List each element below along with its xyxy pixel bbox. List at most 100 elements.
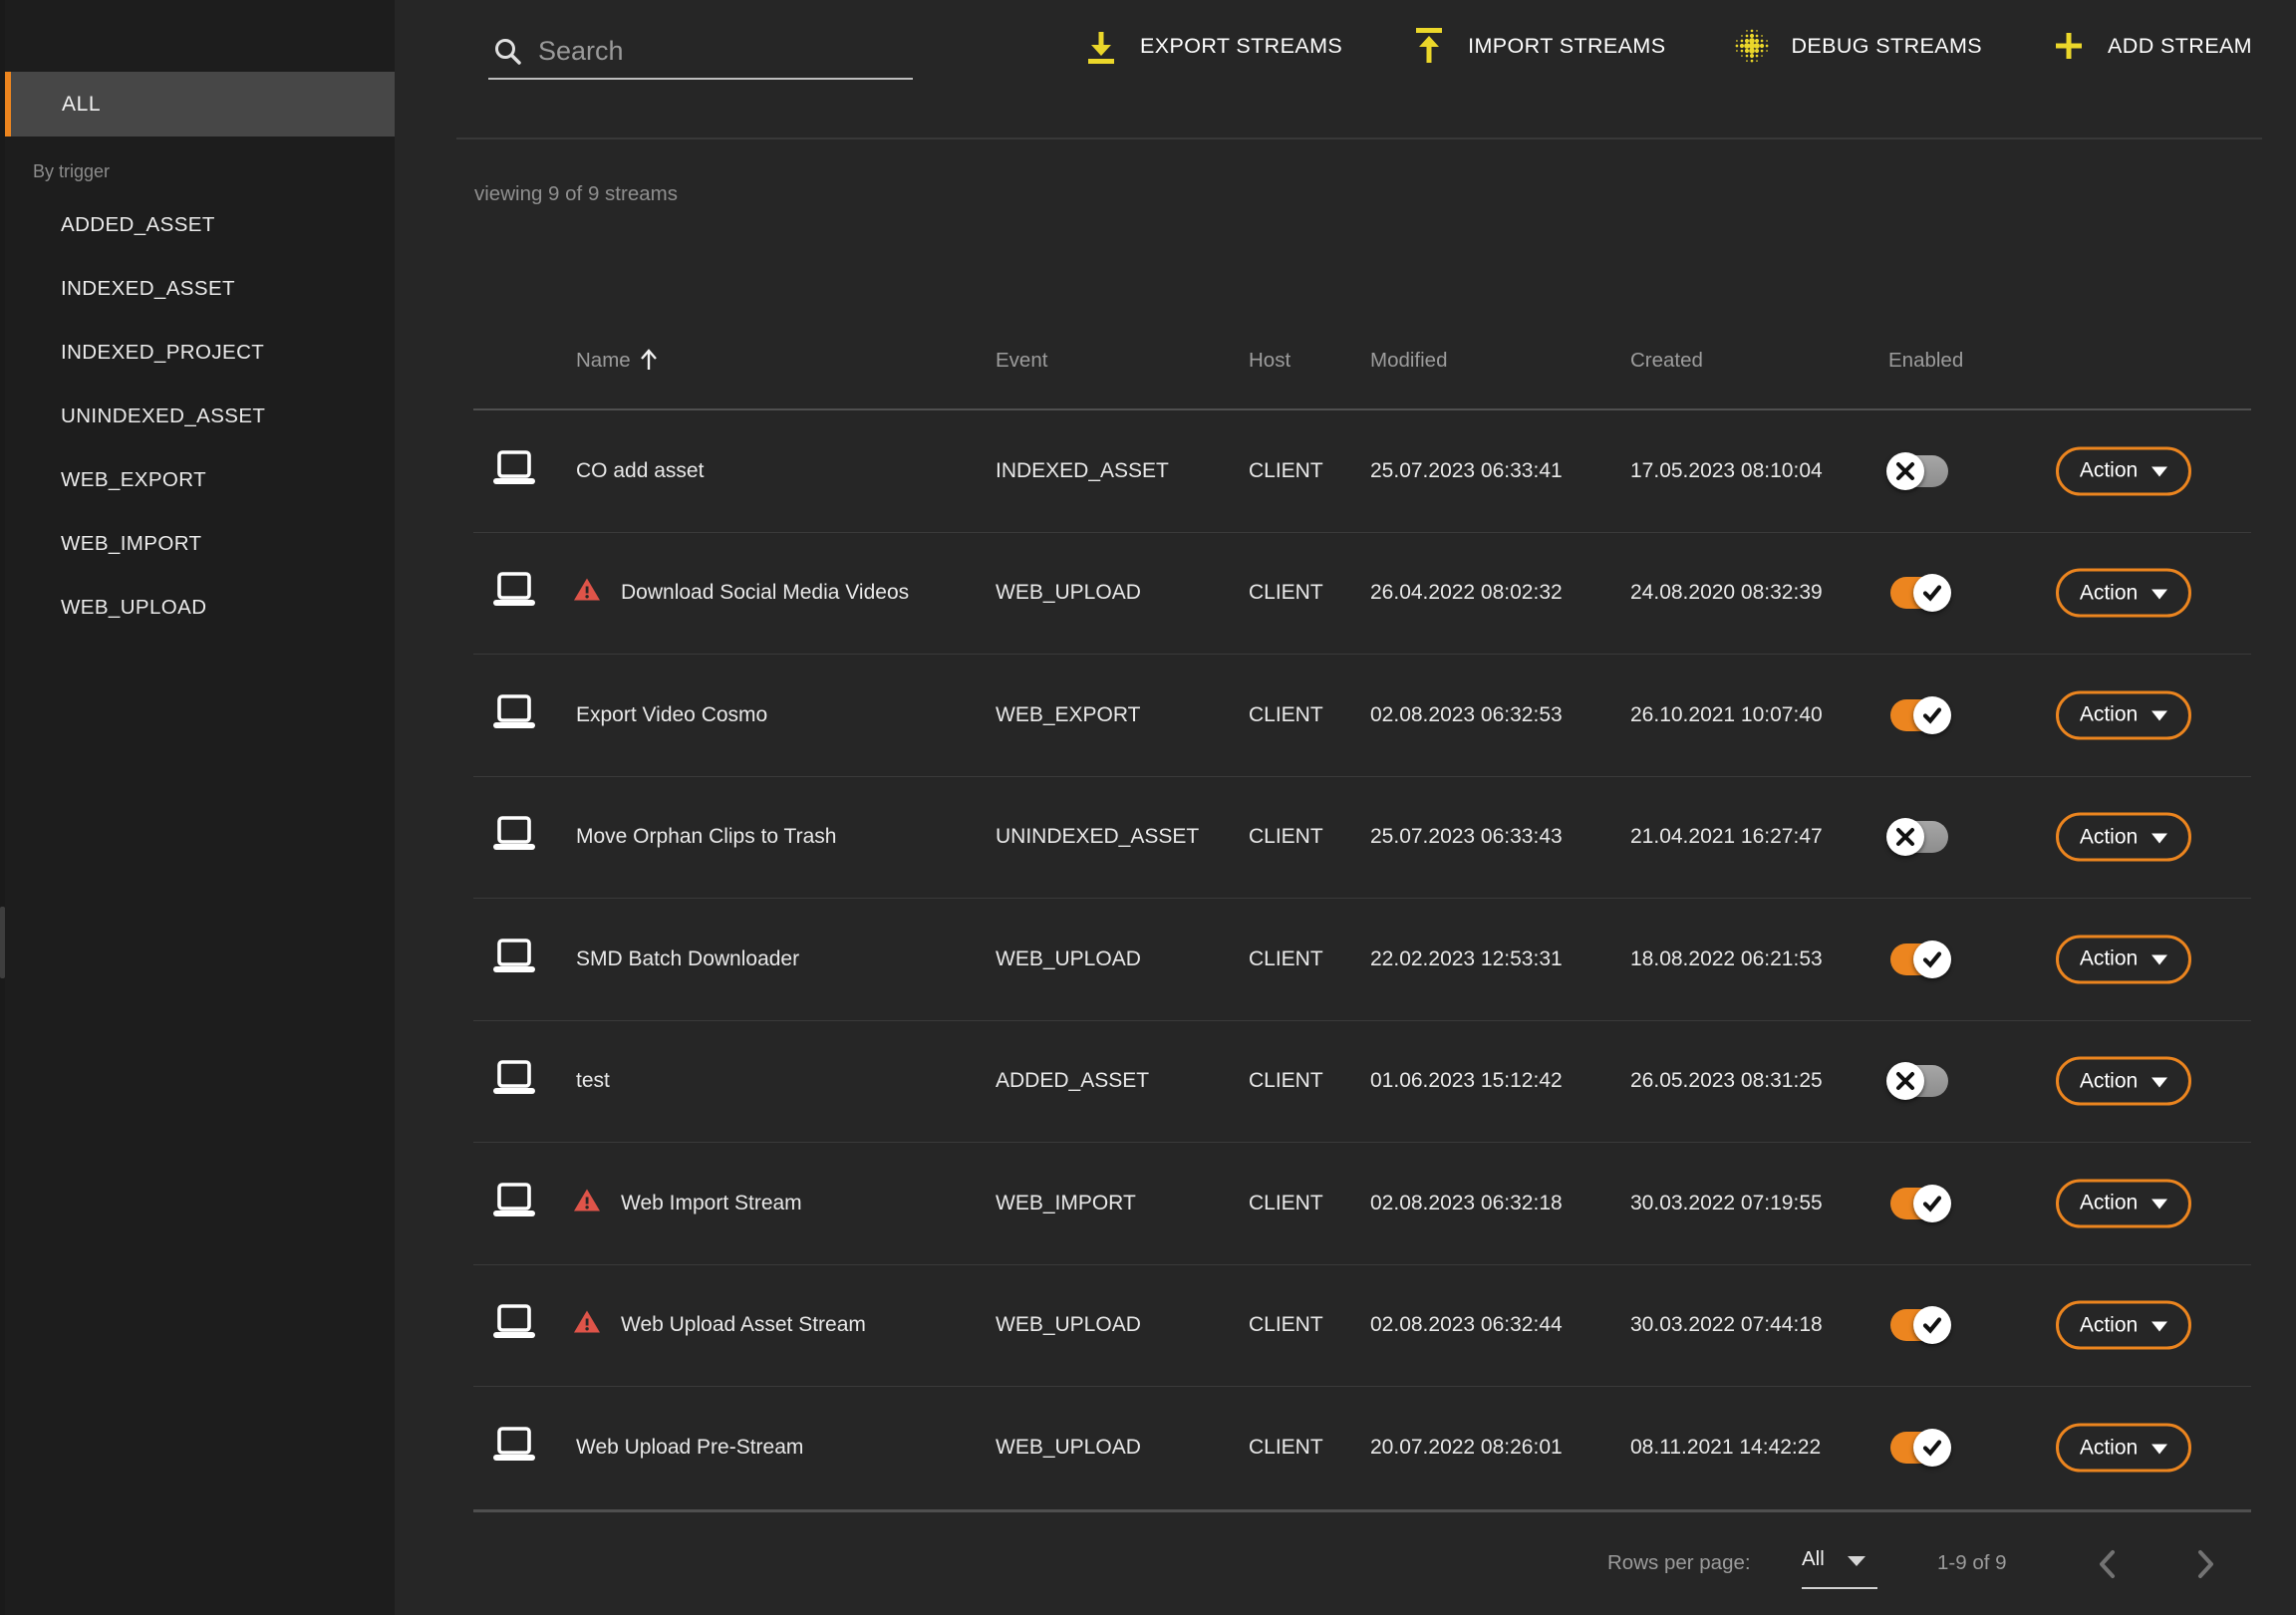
stream-name: SMD Batch Downloader <box>576 947 799 971</box>
sidebar-item-web_upload[interactable]: WEB_UPLOAD <box>0 576 395 640</box>
table-row: Web Import StreamWEB_IMPORTCLIENT02.08.2… <box>473 1143 2251 1265</box>
enabled-toggle[interactable] <box>1890 455 1948 487</box>
stream-event: INDEXED_ASSET <box>996 459 1169 483</box>
table-row: Web Upload Asset StreamWEB_UPLOADCLIENT0… <box>473 1265 2251 1388</box>
rows-per-page-value: All <box>1802 1547 1825 1571</box>
stream-host: CLIENT <box>1249 947 1323 971</box>
action-button[interactable]: Action <box>2056 1424 2191 1473</box>
toggle-on[interactable] <box>1890 1432 1948 1464</box>
warning-icon <box>573 1188 601 1218</box>
enabled-toggle[interactable] <box>1890 1188 1948 1219</box>
toggle-on[interactable] <box>1890 699 1948 731</box>
rows-per-page-select[interactable]: All <box>1802 1547 1877 1571</box>
laptop-icon <box>491 1427 537 1463</box>
laptop-icon <box>491 1183 537 1218</box>
action-cell: Action <box>2056 935 2191 983</box>
column-header-modified[interactable]: Modified <box>1370 349 1448 373</box>
column-header-event[interactable]: Event <box>996 349 1047 373</box>
sidebar-item-label: WEB_EXPORT <box>61 468 206 492</box>
select-caret-icon <box>1848 1556 1866 1566</box>
window-edge-scrollbar[interactable] <box>0 0 5 1615</box>
stream-created: 08.11.2021 14:42:22 <box>1630 1436 1821 1460</box>
enabled-toggle[interactable] <box>1890 943 1948 975</box>
laptop-icon <box>491 816 537 858</box>
check-icon <box>1920 947 1944 971</box>
column-header-host[interactable]: Host <box>1249 349 1291 373</box>
action-button[interactable]: Action <box>2056 935 2191 983</box>
toolbar-button-label: IMPORT STREAMS <box>1468 34 1665 59</box>
stream-event: WEB_EXPORT <box>996 703 1140 727</box>
toggle-on[interactable] <box>1890 577 1948 609</box>
next-page-button[interactable] <box>2188 1544 2222 1590</box>
laptop-icon <box>491 939 537 980</box>
stream-modified: 01.06.2023 15:12:42 <box>1370 1069 1563 1093</box>
toggle-on[interactable] <box>1890 943 1948 975</box>
action-button[interactable]: Action <box>2056 1057 2191 1106</box>
column-header-name[interactable]: Name <box>576 349 659 373</box>
export-streams-button[interactable]: EXPORT STREAMS <box>1083 26 1342 66</box>
plus-icon-wrap <box>2051 26 2087 66</box>
stream-modified: 25.07.2023 06:33:41 <box>1370 459 1563 483</box>
sidebar-item-added_asset[interactable]: ADDED_ASSET <box>0 193 395 257</box>
add-stream-button[interactable]: ADD STREAM <box>2051 26 2252 66</box>
column-header-enabled[interactable]: Enabled <box>1888 349 1963 373</box>
toggle-on[interactable] <box>1890 1309 1948 1341</box>
action-button-label: Action <box>2080 581 2138 605</box>
toggle-off[interactable] <box>1890 455 1948 487</box>
import-streams-button[interactable]: IMPORT STREAMS <box>1411 26 1665 66</box>
sidebar-item-label: UNINDEXED_ASSET <box>61 404 265 428</box>
sidebar-item-unindexed_asset[interactable]: UNINDEXED_ASSET <box>0 385 395 448</box>
enabled-toggle[interactable] <box>1890 1432 1948 1464</box>
sidebar-item-web_export[interactable]: WEB_EXPORT <box>0 448 395 512</box>
sidebar-item-web_import[interactable]: WEB_IMPORT <box>0 512 395 576</box>
action-button[interactable]: Action <box>2056 813 2191 862</box>
action-button[interactable]: Action <box>2056 1179 2191 1227</box>
sidebar-item-indexed_asset[interactable]: INDEXED_ASSET <box>0 257 395 321</box>
table-row: testADDED_ASSETCLIENT01.06.2023 15:12:42… <box>473 1021 2251 1144</box>
stream-name: CO add asset <box>576 459 704 483</box>
stream-created: 18.08.2022 06:21:53 <box>1630 947 1823 971</box>
toggle-on[interactable] <box>1890 1188 1948 1219</box>
enabled-toggle[interactable] <box>1890 821 1948 853</box>
sidebar-trigger-list: ADDED_ASSETINDEXED_ASSETINDEXED_PROJECTU… <box>0 193 395 640</box>
laptop-icon <box>491 1304 537 1346</box>
debug-dots-icon <box>1734 27 1770 65</box>
action-cell: Action <box>2056 569 2191 618</box>
action-button[interactable]: Action <box>2056 1301 2191 1350</box>
sidebar-item-label: ADDED_ASSET <box>61 213 215 237</box>
action-cell: Action <box>2056 1179 2191 1227</box>
laptop-icon <box>491 694 537 736</box>
stream-host: CLIENT <box>1249 1069 1323 1093</box>
search-input[interactable] <box>538 36 913 67</box>
laptop-icon <box>491 450 537 486</box>
debug-streams-button[interactable]: DEBUG STREAMS <box>1734 26 1982 66</box>
column-header-created[interactable]: Created <box>1630 349 1703 373</box>
stream-name: Download Social Media Videos <box>621 581 909 605</box>
action-button-label: Action <box>2080 825 2138 849</box>
laptop-icon <box>491 1183 537 1224</box>
action-button[interactable]: Action <box>2056 690 2191 739</box>
enabled-toggle[interactable] <box>1890 1309 1948 1341</box>
action-button-label: Action <box>2080 1436 2138 1460</box>
warning-icon <box>573 1310 601 1335</box>
toggle-off[interactable] <box>1890 821 1948 853</box>
stream-event: WEB_UPLOAD <box>996 947 1141 971</box>
action-button[interactable]: Action <box>2056 569 2191 618</box>
sort-ascending-icon <box>639 348 659 372</box>
enabled-toggle[interactable] <box>1890 699 1948 731</box>
toggle-off[interactable] <box>1890 1065 1948 1097</box>
sidebar-item-label: INDEXED_ASSET <box>61 277 235 301</box>
action-button[interactable]: Action <box>2056 446 2191 495</box>
toggle-knob <box>1886 452 1924 490</box>
enabled-toggle[interactable] <box>1890 1065 1948 1097</box>
previous-page-button[interactable] <box>2091 1544 2125 1590</box>
stream-event: WEB_IMPORT <box>996 1192 1136 1215</box>
stream-event: WEB_UPLOAD <box>996 1313 1141 1337</box>
enabled-toggle[interactable] <box>1890 577 1948 609</box>
x-icon <box>1894 826 1916 848</box>
scrollbar-thumb[interactable] <box>0 907 5 978</box>
stream-created: 30.03.2022 07:19:55 <box>1630 1192 1823 1215</box>
laptop-icon <box>491 572 537 608</box>
caret-down-icon <box>2152 1200 2167 1210</box>
sidebar-item-all[interactable]: ALL <box>5 72 395 136</box>
